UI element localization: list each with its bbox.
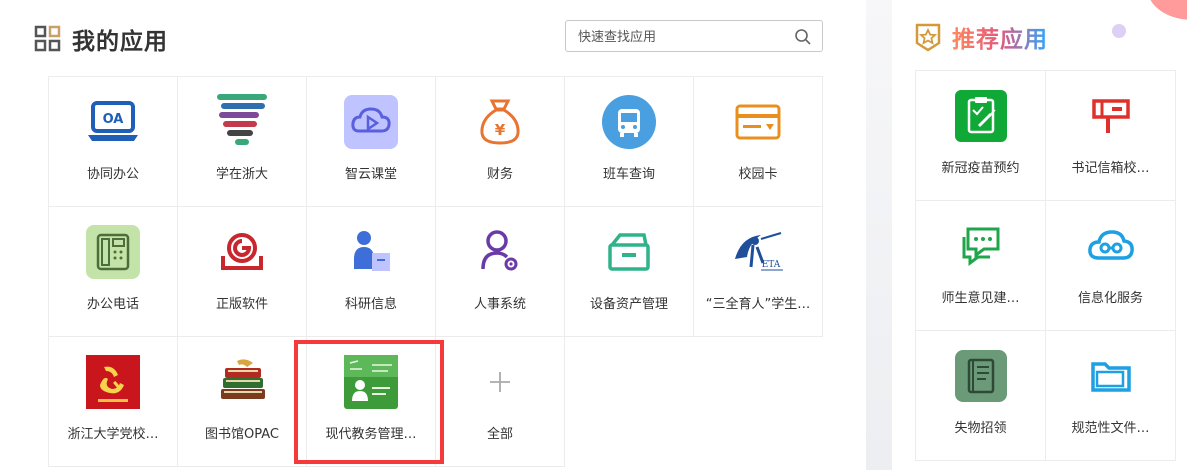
app-label: 浙江大学党校…: [67, 427, 159, 442]
app-tile-office-phone[interactable]: 办公电话: [49, 207, 178, 337]
app-tile-finance[interactable]: ¥ 财务: [436, 77, 565, 207]
folder-icon: [1090, 362, 1131, 392]
app-tile-xuezai[interactable]: 学在浙大: [178, 77, 307, 207]
apps-grid-icon: [34, 25, 61, 52]
app-tile-zhiyun[interactable]: 智云课堂: [307, 77, 436, 207]
app-tile-assets[interactable]: 设备资产管理: [565, 207, 694, 337]
app-tile-hr[interactable]: 人事系统: [436, 207, 565, 337]
app-label: 全部: [486, 427, 513, 442]
svg-text:ETA: ETA: [762, 260, 781, 270]
svg-text:OA: OA: [103, 112, 124, 127]
recommended-grid: 新冠疫苗预约 书记信箱校… 师生意见建… 信息化服务 失物招领 规范性文件…: [915, 70, 1176, 461]
app-label: 科研信息: [344, 297, 397, 312]
mailbox-icon: [1091, 99, 1130, 133]
app-search-box[interactable]: [565, 20, 823, 53]
xuezai-logo-icon: [217, 94, 267, 145]
my-apps-header: 我的应用: [34, 22, 168, 56]
money-bag-icon: ¥: [480, 99, 520, 145]
app-tile-library[interactable]: 图书馆OPAC: [178, 337, 307, 467]
cloud-link-icon: [1087, 230, 1134, 260]
app-label: “三全育人”学生…: [705, 297, 811, 312]
app-tile-oa[interactable]: OA 协同办公: [49, 77, 178, 207]
person-gear-icon: [481, 230, 518, 271]
asset-box-icon: [608, 233, 650, 271]
app-label: 办公电话: [86, 297, 139, 312]
app-tile-research[interactable]: 科研信息: [307, 207, 436, 337]
app-search-input[interactable]: [576, 21, 790, 53]
app-label: 协同办公: [86, 167, 139, 182]
party-school-icon: [86, 355, 140, 409]
app-label: 失物招领: [954, 421, 1007, 436]
campus-card-icon: [735, 104, 781, 140]
app-label: 现代教务管理…: [325, 427, 417, 442]
app-label: 设备资产管理: [589, 297, 668, 312]
app-tile-party-school[interactable]: 浙江大学党校…: [49, 337, 178, 467]
app-label: 财务: [486, 167, 513, 182]
app-label: 师生意见建…: [941, 291, 1020, 306]
app-label: 新冠疫苗预约: [941, 161, 1020, 176]
cloud-play-icon: [344, 95, 398, 149]
app-label: 规范性文件…: [1071, 421, 1150, 436]
app-label: 学在浙大: [215, 167, 268, 182]
chat-bubble-icon: [962, 227, 999, 266]
app-label: 书记信箱校…: [1071, 161, 1150, 176]
app-label: 校园卡: [738, 167, 778, 182]
app-tile-campus-card[interactable]: 校园卡: [694, 77, 823, 207]
app-label: 智云课堂: [344, 167, 397, 182]
lost-found-book-icon: [954, 350, 1007, 402]
plus-icon: [490, 372, 510, 392]
panel-gap: [866, 0, 892, 470]
my-apps-title: 我的应用: [72, 29, 168, 55]
software-disc-icon: [221, 233, 263, 270]
rec-tile-regulations[interactable]: 规范性文件…: [1046, 331, 1176, 461]
search-icon[interactable]: [794, 28, 812, 46]
decorative-dot: [1112, 24, 1126, 38]
rec-tile-vaccine[interactable]: 新冠疫苗预约: [916, 71, 1046, 201]
oa-laptop-icon: OA: [88, 101, 138, 141]
researcher-icon: [354, 231, 390, 271]
rec-tile-feedback[interactable]: 师生意见建…: [916, 201, 1046, 331]
teaching-board-icon: [344, 355, 398, 409]
svg-text:¥: ¥: [495, 121, 506, 139]
app-label: 图书馆OPAC: [205, 427, 279, 442]
star-badge-icon: [915, 23, 941, 52]
app-tile-academic-affairs[interactable]: 现代教务管理…: [307, 337, 436, 467]
telephone-icon: [86, 225, 140, 279]
app-tile-all[interactable]: 全部: [436, 337, 565, 467]
books-icon: [221, 359, 265, 399]
app-label: 人事系统: [473, 297, 526, 312]
vaccine-clipboard-icon: [954, 90, 1007, 142]
app-label: 正版软件: [215, 297, 268, 312]
rec-tile-mailbox[interactable]: 书记信箱校…: [1046, 71, 1176, 201]
rec-tile-lost-found[interactable]: 失物招领: [916, 331, 1046, 461]
rec-tile-it-service[interactable]: 信息化服务: [1046, 201, 1176, 331]
app-tile-bus[interactable]: 班车查询: [565, 77, 694, 207]
app-label: 班车查询: [602, 167, 655, 182]
app-tile-software[interactable]: 正版软件: [178, 207, 307, 337]
my-apps-grid: OA 协同办公 学在浙大 智云课堂 ¥ 财务 班车查询 校园卡 办公电话 正版软…: [48, 76, 823, 467]
recommended-header: 推荐应用: [914, 20, 1048, 54]
app-tile-sanquan[interactable]: ETA “三全育人”学生…: [694, 207, 823, 337]
eta-logo-icon: ETA: [735, 232, 783, 271]
app-label: 信息化服务: [1077, 291, 1143, 306]
recommended-title: 推荐应用: [952, 20, 1048, 54]
bus-icon: [602, 95, 656, 149]
